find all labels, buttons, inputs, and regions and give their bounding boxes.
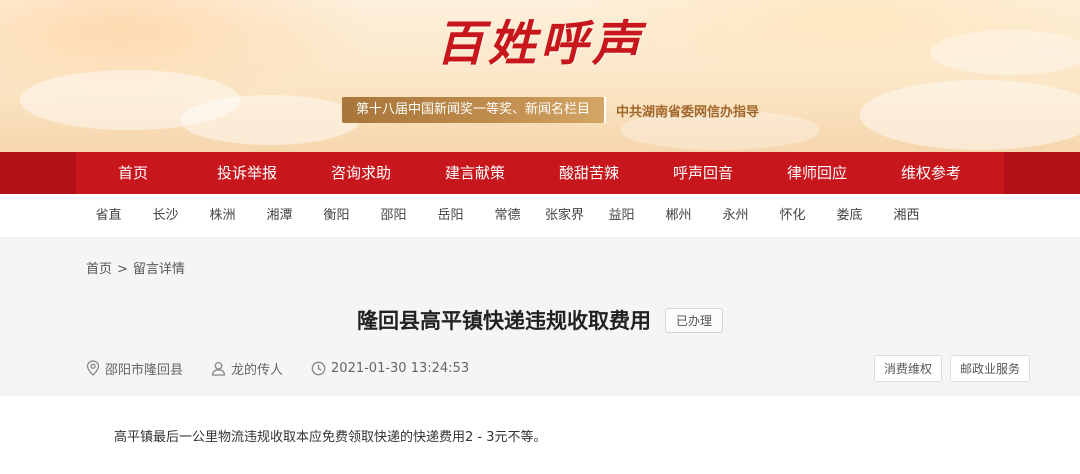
- clock-icon: [311, 361, 326, 375]
- breadcrumb-home[interactable]: 首页: [86, 262, 112, 277]
- guide-text: 中共湖南省委网信办指导: [616, 104, 760, 120]
- meta-time: 2021-01-30 13:24:53: [311, 361, 469, 376]
- user-icon: [211, 361, 226, 376]
- author-name: 龙的传人: [231, 362, 284, 378]
- breadcrumb-separator: >: [117, 262, 128, 277]
- tag-postal-service[interactable]: 邮政业服务: [949, 355, 1030, 382]
- location-pin-icon: [86, 360, 100, 376]
- tag-list: 消费维权 邮政业服务: [866, 355, 1030, 382]
- cloud-decoration: [180, 95, 360, 145]
- award-strip: 第十八届中国新闻奖一等奖、新闻名栏目 中共湖南省委网信办指导: [342, 97, 759, 123]
- post-body: 高平镇最后一公里物流违规收取本应免费领取快递的快递费用2 - 3元不等。: [114, 430, 547, 445]
- tag-consumer-rights[interactable]: 消费维权: [873, 355, 942, 382]
- region-item[interactable]: 湘潭: [251, 194, 308, 238]
- region-item[interactable]: 益阳: [593, 194, 650, 238]
- region-item[interactable]: 湘西: [878, 194, 935, 238]
- region-item[interactable]: 省直: [80, 194, 137, 238]
- meta-location: 邵阳市隆回县: [86, 359, 183, 378]
- nav-item-life[interactable]: 酸甜苦辣: [532, 152, 646, 194]
- nav-item-consult[interactable]: 咨询求助: [304, 152, 418, 194]
- nav-item-suggestions[interactable]: 建言献策: [418, 152, 532, 194]
- region-nav: 省直 长沙 株洲 湘潭 衡阳 邵阳 岳阳 常德 张家界 益阳 郴州 永州 怀化 …: [0, 194, 1080, 238]
- post-content: 高平镇最后一公里物流违规收取本应免费领取快递的快递费用2 - 3元不等。: [0, 396, 1080, 474]
- location-text: 邵阳市隆回县: [105, 362, 184, 378]
- nav-item-rights[interactable]: 维权参考: [874, 152, 988, 194]
- nav-edge: [1004, 152, 1080, 194]
- region-item[interactable]: 永州: [707, 194, 764, 238]
- region-item[interactable]: 张家界: [536, 194, 593, 238]
- region-item[interactable]: 邵阳: [365, 194, 422, 238]
- meta-author: 龙的传人: [211, 359, 283, 378]
- cloud-decoration: [930, 30, 1080, 75]
- breadcrumb-current: 留言详情: [132, 262, 185, 277]
- nav-item-complaints[interactable]: 投诉举报: [190, 152, 304, 194]
- site-logo[interactable]: 百姓呼声: [436, 4, 676, 84]
- post-datetime: 2021-01-30 13:24:53: [331, 360, 470, 376]
- page-title: 隆回县高平镇快递违规收取费用: [356, 309, 651, 333]
- nav-item-home[interactable]: 首页: [76, 152, 190, 194]
- main-nav: 首页 投诉举报 咨询求助 建言献策 酸甜苦辣 呼声回音 律师回应 维权参考: [0, 152, 1080, 194]
- award-badge: 第十八届中国新闻奖一等奖、新闻名栏目: [342, 97, 605, 123]
- cloud-decoration: [860, 80, 1080, 150]
- post-meta: 邵阳市隆回县 龙的传人 2021-01-30 13:24:53: [86, 358, 497, 378]
- nav-item-replies[interactable]: 呼声回音: [646, 152, 760, 194]
- breadcrumb: 首页 > 留言详情: [86, 258, 185, 277]
- region-item[interactable]: 衡阳: [308, 194, 365, 238]
- header-banner: 百姓呼声 第十八届中国新闻奖一等奖、新闻名栏目 中共湖南省委网信办指导: [0, 0, 1080, 152]
- nav-edge: [0, 152, 76, 194]
- region-item[interactable]: 株洲: [194, 194, 251, 238]
- title-row: 隆回县高平镇快递违规收取费用 已办理: [0, 300, 1080, 340]
- region-item[interactable]: 岳阳: [422, 194, 479, 238]
- post-header: 首页 > 留言详情 隆回县高平镇快递违规收取费用 已办理 邵阳市隆回县 龙的传人: [0, 238, 1080, 396]
- region-item[interactable]: 郴州: [650, 194, 707, 238]
- region-item[interactable]: 长沙: [137, 194, 194, 238]
- nav-item-lawyer[interactable]: 律师回应: [760, 152, 874, 194]
- status-badge: 已办理: [664, 307, 723, 333]
- region-item[interactable]: 娄底: [821, 194, 878, 238]
- region-item[interactable]: 常德: [479, 194, 536, 238]
- divider: [604, 97, 607, 123]
- region-item[interactable]: 怀化: [764, 194, 821, 238]
